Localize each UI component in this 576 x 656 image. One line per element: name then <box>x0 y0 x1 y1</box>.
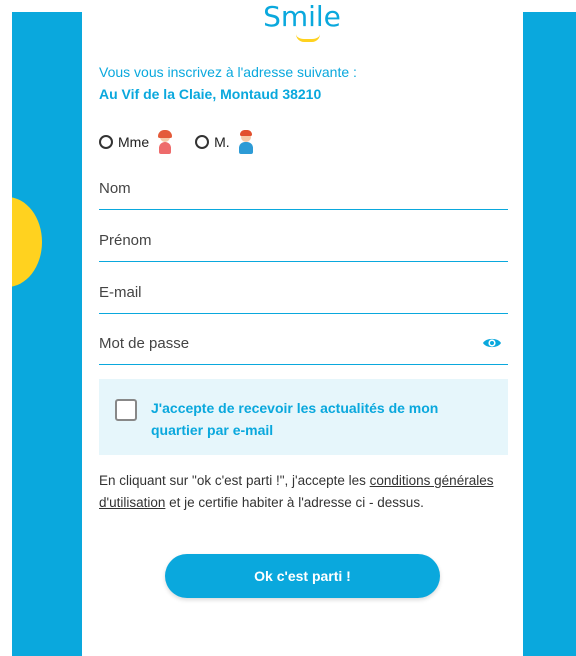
avatar-female-icon <box>157 130 173 154</box>
radio-m[interactable] <box>195 135 210 149</box>
email-input[interactable] <box>99 284 469 301</box>
legal-notice: En cliquant sur "ok c'est parti !", j'ac… <box>99 470 514 514</box>
address-value: Au Vif de la Claie, Montaud 38210 <box>99 86 322 102</box>
logo-smile-curve <box>296 34 320 42</box>
submit-button[interactable]: Ok c'est parti ! <box>165 554 440 598</box>
right-background-band <box>523 12 576 656</box>
left-background-band <box>12 12 82 656</box>
legal-prefix: En cliquant sur "ok c'est parti !", j'ac… <box>99 473 370 488</box>
gender-option-mme[interactable]: Mme <box>99 130 173 154</box>
address-intro: Vous vous inscrivez à l'adresse suivante… <box>99 64 357 80</box>
prenom-field <box>99 210 508 262</box>
logo-text: Smile <box>263 0 341 33</box>
avatar-male-icon <box>238 130 254 154</box>
prenom-input[interactable] <box>99 232 469 249</box>
password-field <box>99 313 508 365</box>
gender-option-m[interactable]: M. <box>195 130 254 154</box>
radio-mme[interactable] <box>99 135 113 149</box>
eye-icon[interactable] <box>482 336 502 350</box>
radio-label-mme: Mme <box>118 134 150 150</box>
newsletter-optin: J'accepte de recevoir les actualités de … <box>99 379 508 455</box>
gender-selector: Mme M. <box>99 128 276 156</box>
signup-panel: Smile Vous vous inscrivez à l'adresse su… <box>82 0 523 656</box>
newsletter-label: J'accepte de recevoir les actualités de … <box>151 400 439 438</box>
nom-field <box>99 158 508 210</box>
radio-label-m: M. <box>214 134 230 150</box>
decorative-yellow-shape <box>12 197 42 287</box>
email-field <box>99 262 508 314</box>
legal-suffix: et je certifie habiter à l'adresse ci - … <box>165 495 424 510</box>
newsletter-checkbox[interactable] <box>115 399 137 421</box>
nom-input[interactable] <box>99 180 469 197</box>
password-input[interactable] <box>99 335 469 352</box>
smile-logo: Smile <box>242 0 362 44</box>
